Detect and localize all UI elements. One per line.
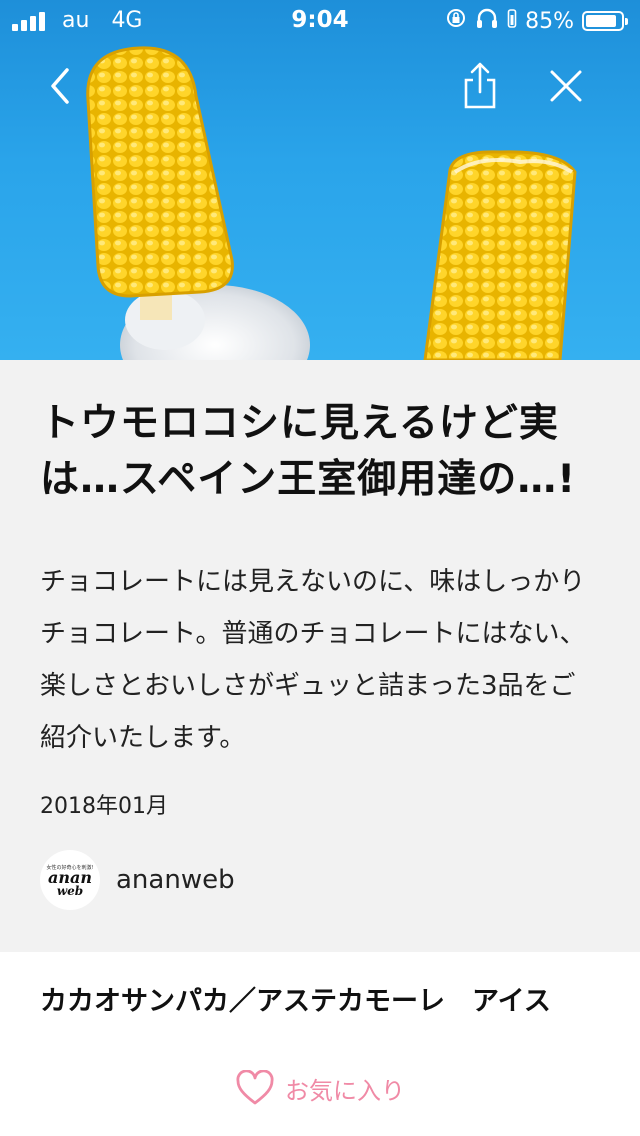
avatar-logo-sub: web	[56, 883, 84, 898]
chevron-left-icon	[51, 68, 69, 104]
close-button[interactable]	[538, 58, 594, 114]
battery-icon	[582, 11, 628, 31]
article-header: トウモロコシに見えるけど実は…スペイン王室御用達の…! チョコレートには見えない…	[0, 360, 640, 952]
favorite-button[interactable]: お気に入り	[235, 1070, 405, 1106]
section-heading: カカオサンパカ／アステカモーレ アイス	[40, 986, 551, 1017]
share-button[interactable]	[452, 58, 508, 114]
favorite-label: お気に入り	[285, 1076, 405, 1105]
headphones-icon	[475, 7, 499, 35]
battery-percent: 85%	[525, 8, 574, 34]
close-icon	[550, 70, 582, 102]
bottom-bar: お気に入り	[0, 1040, 640, 1136]
article-lead: チョコレートには見えないのに、味はしっかりチョコレート。普通のチョコレートにはな…	[40, 567, 586, 753]
rotation-lock-icon	[445, 7, 467, 35]
author-row[interactable]: 女性の好奇心を刺激! anan web ananweb	[40, 850, 235, 910]
article-date: 2018年01月	[40, 794, 168, 819]
heart-outline-icon	[236, 1070, 274, 1105]
author-name[interactable]: ananweb	[116, 865, 235, 895]
avatar-logo-main: anan	[48, 867, 92, 887]
share-icon	[464, 62, 496, 109]
corn-popsicle-photo	[86, 46, 577, 360]
article-title: トウモロコシに見えるけど実は…スペイン王室御用達の…!	[40, 401, 577, 502]
author-avatar[interactable]: 女性の好奇心を刺激! anan web	[40, 850, 100, 910]
status-bar: au 4G 9:04 85%	[0, 0, 640, 40]
hero-image: au 4G 9:04 85%	[0, 0, 640, 360]
headphone-battery-icon	[507, 7, 517, 35]
back-button[interactable]	[32, 58, 88, 114]
